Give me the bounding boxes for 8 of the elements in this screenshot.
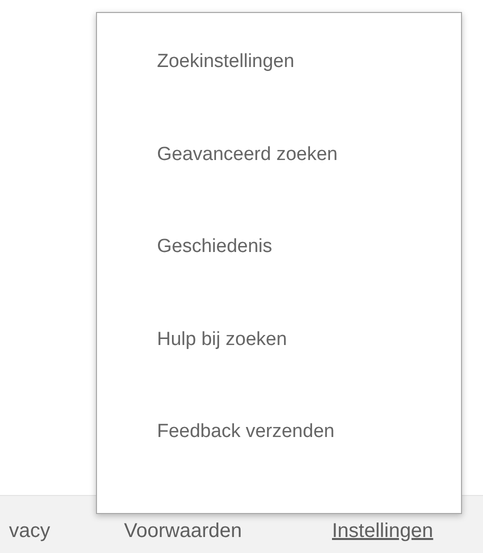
menu-item[interactable]: Feedback verzenden bbox=[157, 420, 334, 444]
footer-link[interactable]: vacy bbox=[9, 520, 124, 543]
menu-item[interactable]: Hulp bij zoeken bbox=[157, 328, 287, 352]
menu-item[interactable]: Geschiedenis bbox=[157, 235, 272, 260]
footer-link[interactable]: Instellingen bbox=[332, 520, 434, 543]
menu-item[interactable]: Zoekinstellingen bbox=[157, 50, 294, 74]
menu-item[interactable]: Geavanceerd zoeken bbox=[157, 142, 338, 167]
footer-link[interactable]: Voorwaarden bbox=[124, 520, 332, 543]
